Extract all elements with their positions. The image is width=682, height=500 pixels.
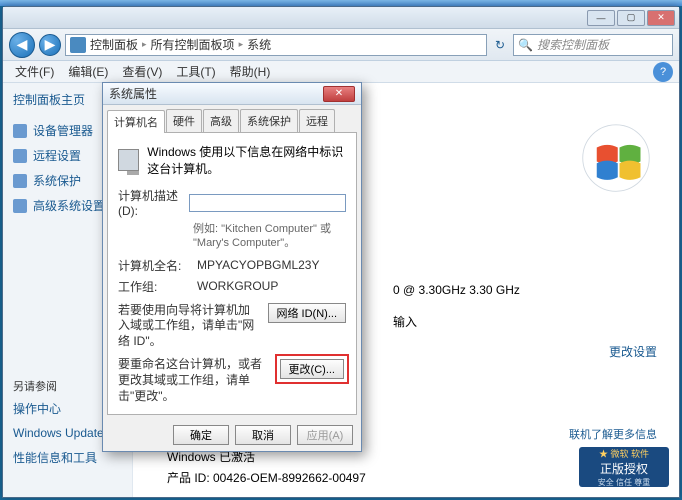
close-button[interactable]: ✕ [647, 10, 675, 26]
shield-icon [13, 199, 27, 213]
breadcrumb[interactable]: 控制面板 [90, 36, 138, 53]
system-properties-dialog: 系统属性 ✕ 计算机名 硬件 高级 系统保护 远程 Windows 使用以下信息… [102, 82, 362, 452]
tab-protection[interactable]: 系统保护 [240, 109, 298, 132]
badge-sub: 安全 信任 尊重 [598, 477, 650, 488]
netid-note: 若要使用向导将计算机加入域或工作组，请单击"网络 ID"。 [118, 303, 262, 350]
breadcrumb[interactable]: 系统 [247, 36, 271, 53]
apply-button[interactable]: 应用(A) [297, 425, 353, 445]
desc-field-label: 计算机描述(D): [118, 187, 185, 218]
search-input[interactable]: 🔍 搜索控制面板 [513, 34, 673, 56]
chevron-right-icon: ▸ [142, 39, 147, 50]
change-note: 要重命名这台计算机，或者更改其域或工作组，请单击"更改"。 [118, 357, 272, 404]
change-settings-link[interactable]: 更改设置 [609, 343, 657, 360]
cancel-button[interactable]: 取消 [235, 425, 291, 445]
desc-hint: 例如: "Kitchen Computer" 或 "Mary's Compute… [193, 222, 346, 251]
computer-icon [118, 149, 139, 171]
menu-bar: 文件(F) 编辑(E) 查看(V) 工具(T) 帮助(H) ? [3, 61, 679, 83]
search-icon: 🔍 [518, 38, 533, 52]
network-id-button[interactable]: 网络 ID(N)... [268, 303, 347, 323]
genuine-badge[interactable]: ★ 微软 软件 正版授权 安全 信任 尊重 [579, 447, 669, 487]
navigation-bar: ◀ ▶ 控制面板 ▸ 所有控制面板项 ▸ 系统 ↻ 🔍 搜索控制面板 [3, 29, 679, 61]
system-icon [70, 37, 86, 53]
help-icon[interactable]: ? [653, 62, 673, 82]
menu-help[interactable]: 帮助(H) [224, 61, 277, 82]
minimize-button[interactable]: — [587, 10, 615, 26]
cpu-info: 0 @ 3.30GHz 3.30 GHz [393, 283, 520, 297]
shield-icon [13, 124, 27, 138]
dialog-tabstrip: 计算机名 硬件 高级 系统保护 远程 [103, 105, 361, 132]
dialog-intro: Windows 使用以下信息在网络中标识这台计算机。 [147, 143, 346, 177]
tab-hardware[interactable]: 硬件 [166, 109, 202, 132]
menu-view[interactable]: 查看(V) [116, 61, 168, 82]
menu-edit[interactable]: 编辑(E) [62, 61, 114, 82]
badge-stars: ★ 微软 软件 [599, 447, 649, 460]
nav-forward-button[interactable]: ▶ [39, 34, 61, 56]
tab-advanced[interactable]: 高级 [203, 109, 239, 132]
nav-back-button[interactable]: ◀ [9, 32, 35, 58]
chevron-right-icon: ▸ [239, 39, 244, 50]
menu-tools[interactable]: 工具(T) [170, 61, 221, 82]
shield-icon [13, 149, 27, 163]
ok-button[interactable]: 确定 [173, 425, 229, 445]
dialog-body: Windows 使用以下信息在网络中标识这台计算机。 计算机描述(D): 例如:… [107, 132, 357, 415]
fullname-value: MPYACYOPBGML23Y [197, 258, 319, 272]
fullname-label: 计算机全名: [118, 257, 193, 274]
menu-file[interactable]: 文件(F) [9, 61, 60, 82]
dialog-close-button[interactable]: ✕ [323, 86, 355, 102]
tab-computer-name[interactable]: 计算机名 [107, 110, 165, 133]
refresh-icon[interactable]: ↻ [491, 38, 509, 52]
dialog-titlebar[interactable]: 系统属性 ✕ [103, 83, 361, 105]
input-hint: 输入 [393, 313, 417, 330]
windows-logo-icon [581, 123, 661, 203]
dialog-footer: 确定 取消 应用(A) [103, 419, 361, 451]
product-id: 产品 ID: 00426-OEM-8992662-00497 [167, 469, 366, 486]
maximize-button[interactable]: ▢ [617, 10, 645, 26]
window-titlebar: — ▢ ✕ [3, 7, 679, 29]
tab-remote[interactable]: 远程 [299, 109, 335, 132]
highlight-annotation: 更改(C)... [275, 354, 349, 384]
dlg-workgroup-label: 工作组: [118, 278, 193, 295]
shield-icon [13, 174, 27, 188]
dialog-title: 系统属性 [109, 85, 157, 102]
badge-text: 正版授权 [600, 460, 648, 477]
dlg-workgroup-value: WORKGROUP [197, 279, 278, 293]
change-button[interactable]: 更改(C)... [280, 359, 344, 379]
breadcrumb[interactable]: 所有控制面板项 [151, 36, 235, 53]
search-placeholder: 搜索控制面板 [537, 36, 609, 53]
learn-more-link[interactable]: 联机了解更多信息 [569, 426, 657, 442]
address-bar[interactable]: 控制面板 ▸ 所有控制面板项 ▸ 系统 [65, 34, 487, 56]
computer-description-input[interactable] [189, 194, 346, 212]
